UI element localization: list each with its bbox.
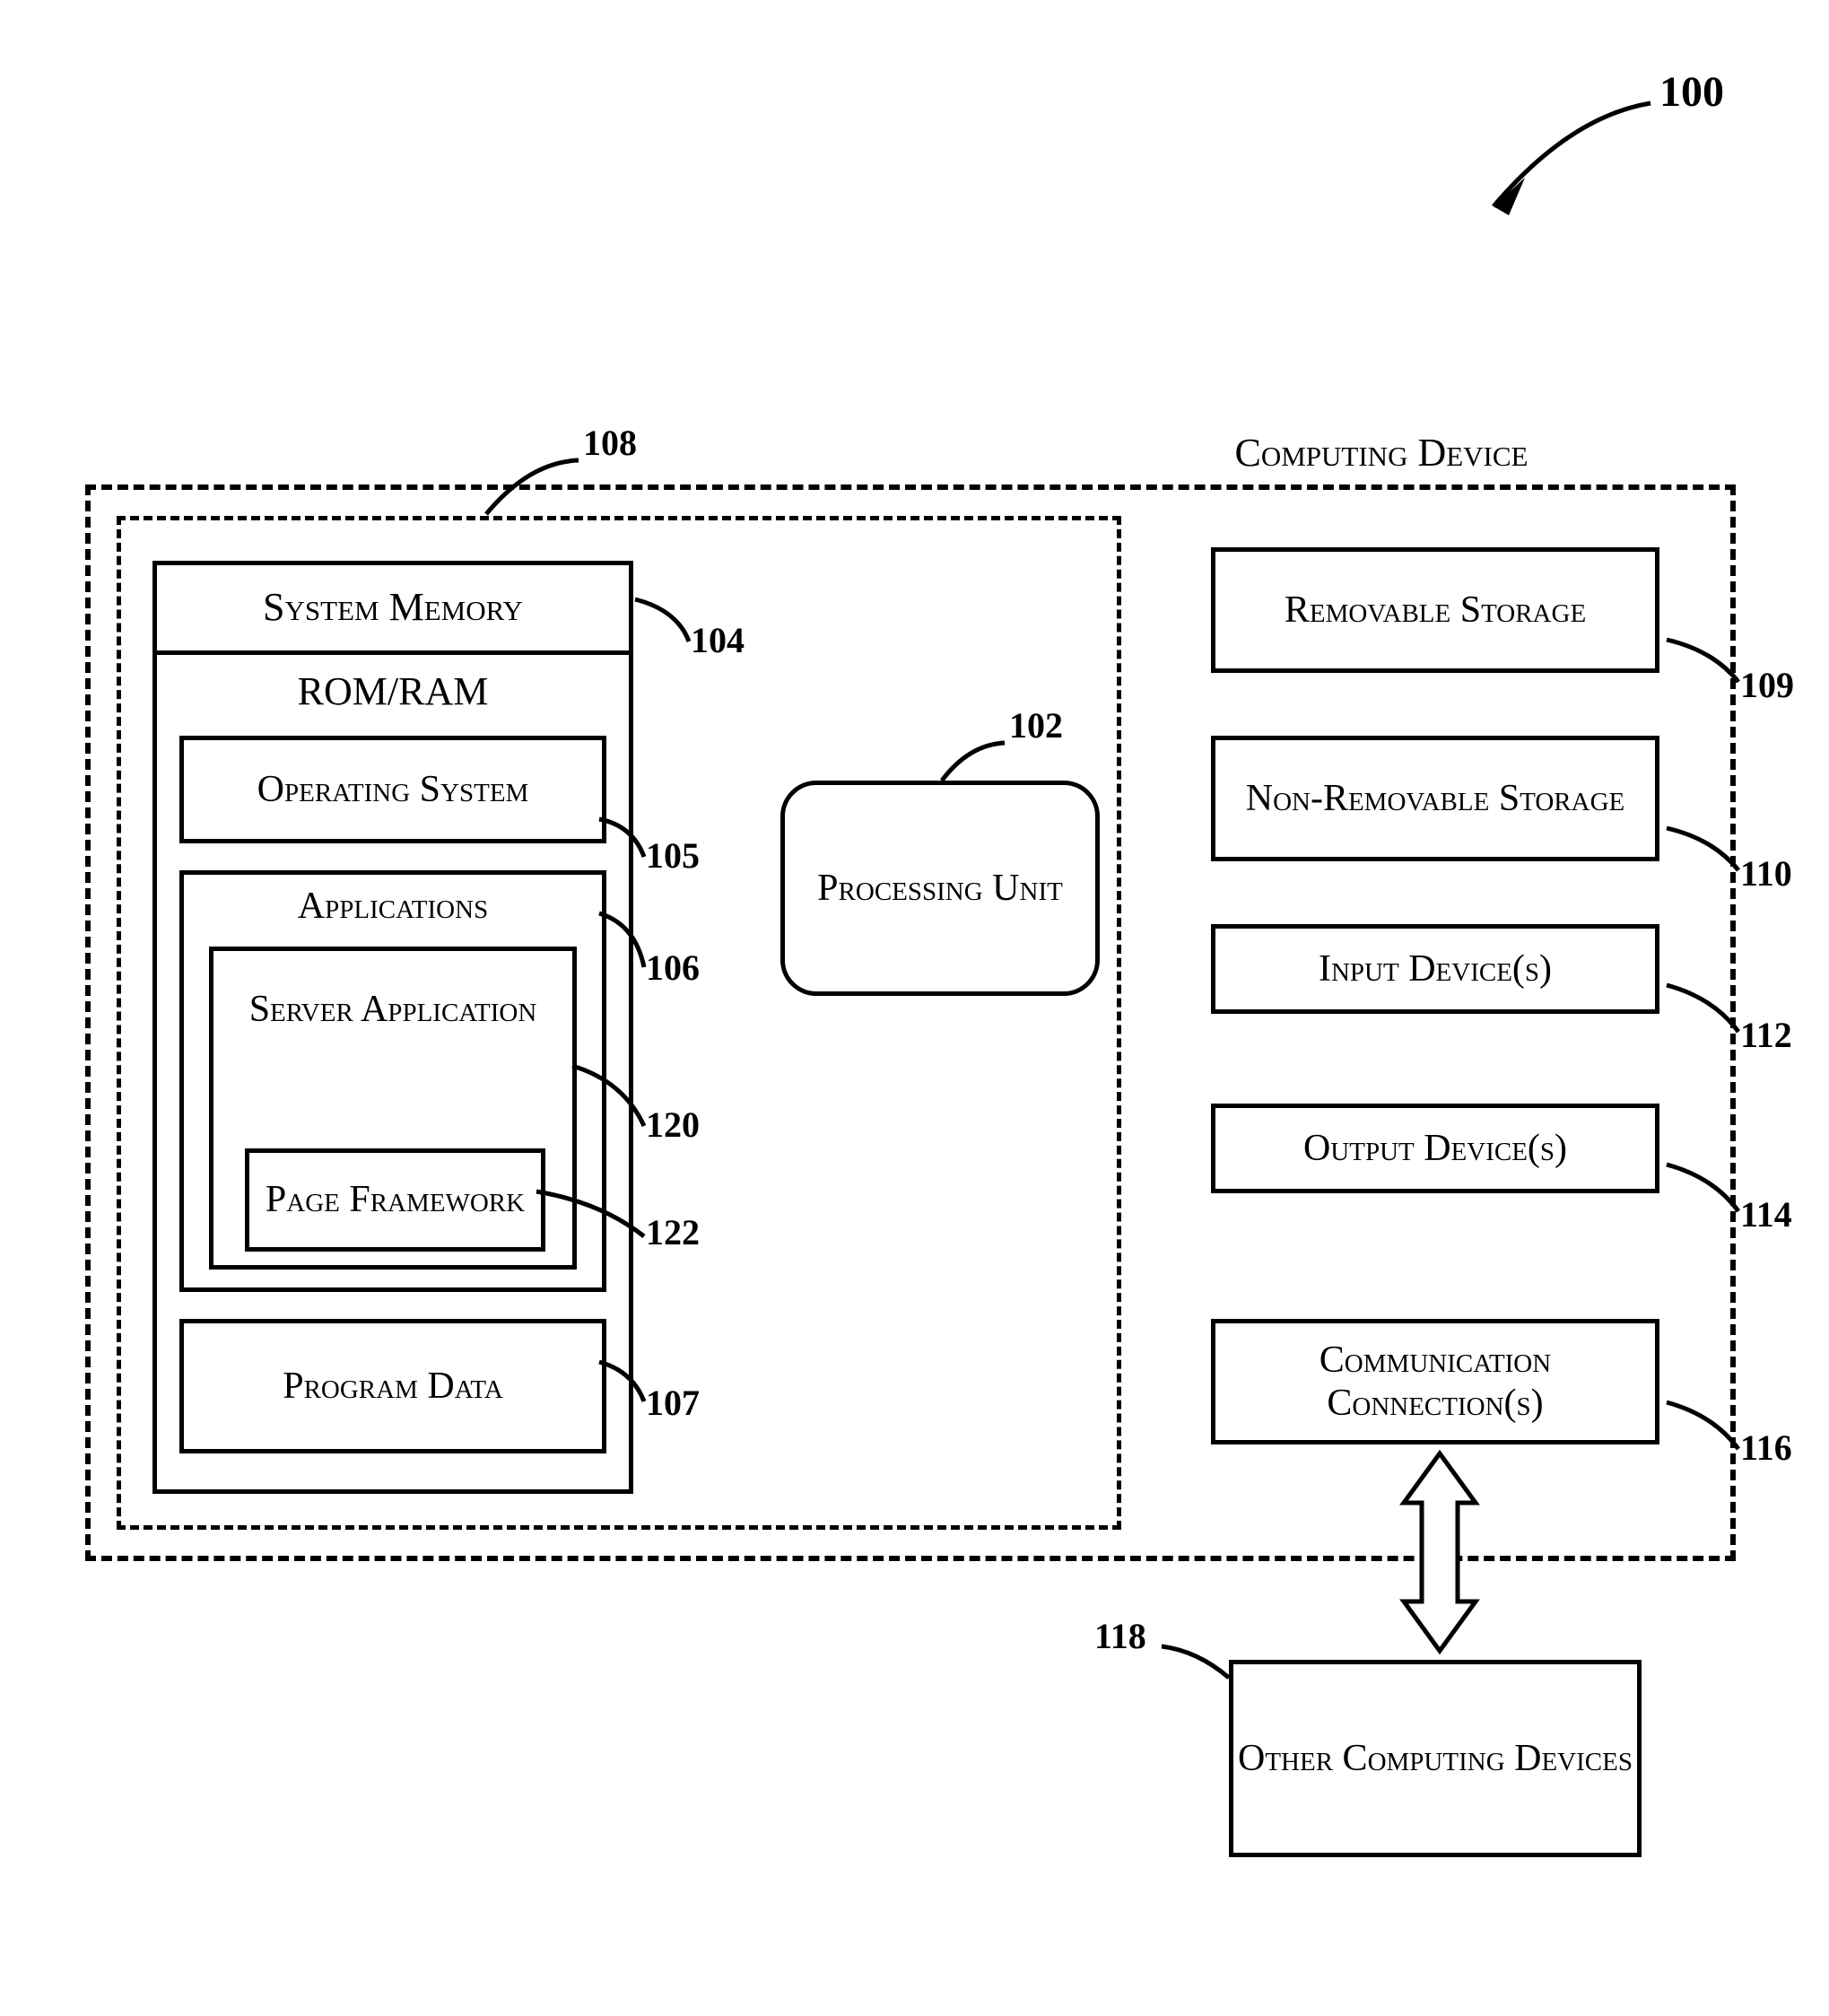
server-application-label: Server Application <box>213 951 572 1068</box>
leader-112-icon <box>1659 978 1749 1045</box>
ref-102: 102 <box>1009 704 1063 746</box>
ref-118: 118 <box>1094 1615 1146 1657</box>
communication-connections-box: Communication Connection(s) <box>1211 1319 1659 1444</box>
removable-storage-box: Removable Storage <box>1211 547 1659 673</box>
program-data-box: Program Data <box>179 1319 606 1453</box>
arrow-100-icon <box>1462 81 1659 233</box>
ref-108: 108 <box>583 422 637 464</box>
leader-110-icon <box>1659 821 1749 884</box>
output-devices-box: Output Device(s) <box>1211 1104 1659 1193</box>
other-computing-devices-box: Other Computing Devices <box>1229 1660 1642 1857</box>
output-devices-label: Output Device(s) <box>1215 1108 1655 1189</box>
leader-116-icon <box>1659 1395 1749 1462</box>
processing-unit-label: Processing Unit <box>785 785 1095 991</box>
leader-104-icon <box>628 592 700 655</box>
input-devices-label: Input Device(s) <box>1215 929 1655 1009</box>
server-application-box: Server Application Page Framework <box>209 947 577 1270</box>
leader-106-icon <box>592 906 655 978</box>
system-memory-box: System Memory ROM/RAM Operating System A… <box>152 561 633 1494</box>
page-framework-label: Page Framework <box>249 1153 541 1247</box>
diagram-canvas: 100 Computing Device 108 System Memory R… <box>0 0 1829 2016</box>
operating-system-label: Operating System <box>184 740 602 839</box>
leader-120-icon <box>565 1059 655 1139</box>
other-computing-devices-label: Other Computing Devices <box>1233 1664 1637 1853</box>
system-memory-title: System Memory <box>157 565 629 655</box>
input-devices-box: Input Device(s) <box>1211 924 1659 1014</box>
page-framework-box: Page Framework <box>245 1148 545 1252</box>
non-removable-storage-label: Non-Removable Storage <box>1215 740 1655 857</box>
operating-system-box: Operating System <box>179 736 606 843</box>
leader-102-icon <box>933 727 1014 790</box>
processing-unit-box: Processing Unit <box>780 781 1100 996</box>
non-removable-storage-box: Non-Removable Storage <box>1211 736 1659 861</box>
removable-storage-label: Removable Storage <box>1215 552 1655 668</box>
double-arrow-icon <box>1395 1449 1485 1655</box>
ref-100: 100 <box>1659 67 1724 117</box>
program-data-label: Program Data <box>184 1323 602 1449</box>
communication-connections-label: Communication Connection(s) <box>1215 1323 1655 1440</box>
applications-label: Applications <box>184 875 602 938</box>
leader-114-icon <box>1659 1157 1749 1225</box>
leader-109-icon <box>1659 633 1749 695</box>
computing-device-title: Computing Device <box>1148 431 1615 476</box>
leader-118-icon <box>1157 1633 1238 1687</box>
rom-ram-label: ROM/RAM <box>157 655 629 727</box>
leader-108-icon <box>475 444 583 525</box>
leader-105-icon <box>592 812 655 866</box>
leader-107-icon <box>592 1355 655 1413</box>
leader-122-icon <box>529 1184 655 1252</box>
